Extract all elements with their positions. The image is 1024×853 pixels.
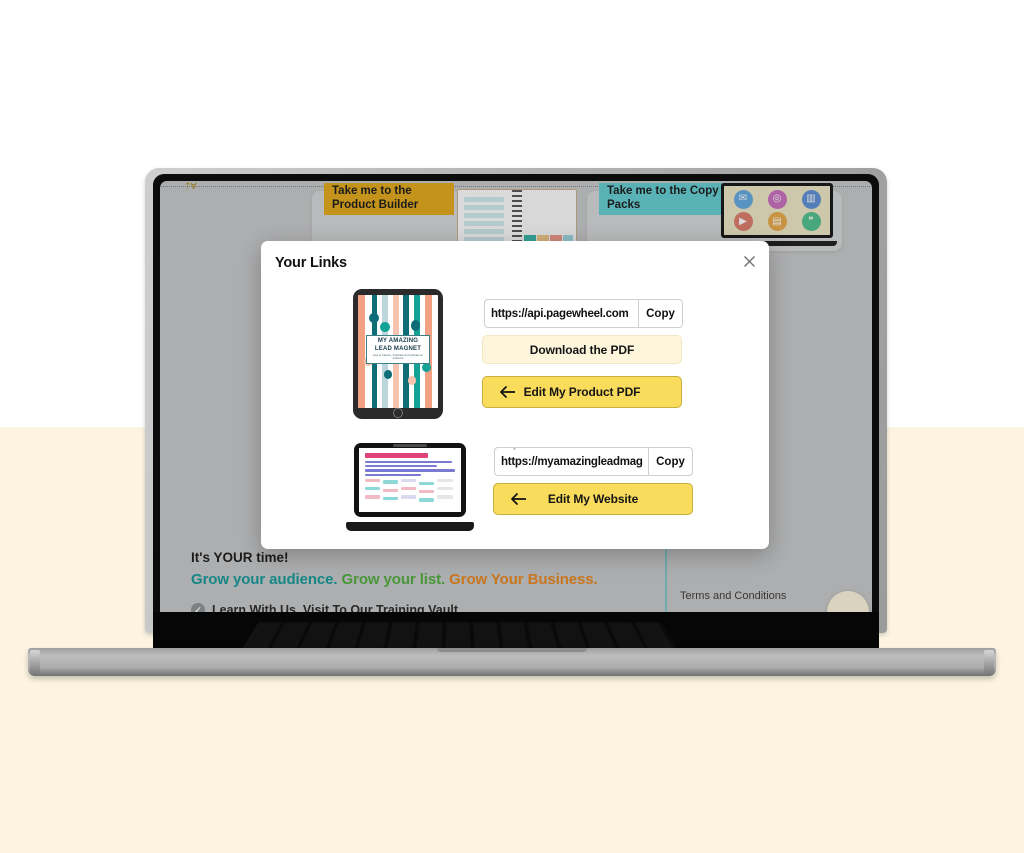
website-link-group: My Website Link To Share https://myamazi… bbox=[494, 447, 693, 476]
modal-title: Your Links bbox=[275, 255, 347, 271]
arrow-left-icon bbox=[510, 493, 527, 506]
download-the-pdf-button[interactable]: Download the PDF bbox=[482, 335, 682, 364]
website-preview-grid bbox=[365, 478, 455, 508]
pdf-preview-tablet: MY AMAZING LEAD MAGNET How to Capture, C… bbox=[353, 289, 443, 419]
screenshot-stage: ⇡∀ Take me to the Product Builder Take m… bbox=[0, 0, 1024, 853]
close-icon[interactable] bbox=[739, 252, 759, 272]
website-preview-heading bbox=[365, 453, 429, 459]
cover-subtitle: How to Capture, Captivate and Cultivate … bbox=[373, 353, 423, 361]
laptop-base-edge-left bbox=[30, 650, 40, 674]
product-pdf-link-label: Product PDF Direct Link bbox=[493, 300, 582, 302]
edit-my-website-label: Edit My Website bbox=[547, 492, 639, 506]
laptop-keys bbox=[240, 622, 680, 651]
website-preview-laptop bbox=[346, 443, 474, 531]
copy-product-pdf-link-button[interactable]: Copy bbox=[638, 299, 683, 328]
cover-title-line1: MY AMAZING bbox=[377, 337, 419, 344]
product-pdf-link-group: Product PDF Direct Link https://api.page… bbox=[484, 299, 683, 328]
pdf-cover-label: MY AMAZING LEAD MAGNET How to Capture, C… bbox=[366, 334, 430, 364]
cover-title-line2: LEAD MAGNET bbox=[374, 345, 422, 352]
tablet-home-button-icon bbox=[393, 408, 403, 418]
website-preview-base bbox=[346, 522, 474, 531]
website-link-label: My Website Link To Share bbox=[503, 448, 598, 450]
your-links-modal: Your Links MY AMAZING LEAD MAGNET How to… bbox=[261, 241, 769, 549]
laptop-base-notch bbox=[437, 648, 587, 652]
arrow-left-icon bbox=[499, 386, 516, 399]
webcam-icon bbox=[393, 444, 427, 447]
product-pdf-link-value: https://api.pagewheel.com bbox=[491, 307, 629, 320]
website-preview-lid bbox=[354, 443, 466, 517]
laptop-base-edge-right bbox=[984, 650, 994, 674]
edit-my-website-button[interactable]: Edit My Website bbox=[493, 483, 693, 515]
copy-website-link-button[interactable]: Copy bbox=[648, 447, 693, 476]
edit-my-product-pdf-button[interactable]: Edit My Product PDF bbox=[482, 376, 682, 408]
website-preview-screen bbox=[359, 448, 461, 512]
edit-my-product-pdf-label: Edit My Product PDF bbox=[523, 385, 641, 399]
product-pdf-link-input[interactable]: Product PDF Direct Link https://api.page… bbox=[484, 299, 638, 328]
website-link-value: https://myamazingleadmag bbox=[501, 455, 643, 468]
laptop-base bbox=[28, 648, 996, 676]
pdf-cover-art: MY AMAZING LEAD MAGNET How to Capture, C… bbox=[358, 295, 438, 408]
website-link-input[interactable]: My Website Link To Share https://myamazi… bbox=[494, 447, 648, 476]
